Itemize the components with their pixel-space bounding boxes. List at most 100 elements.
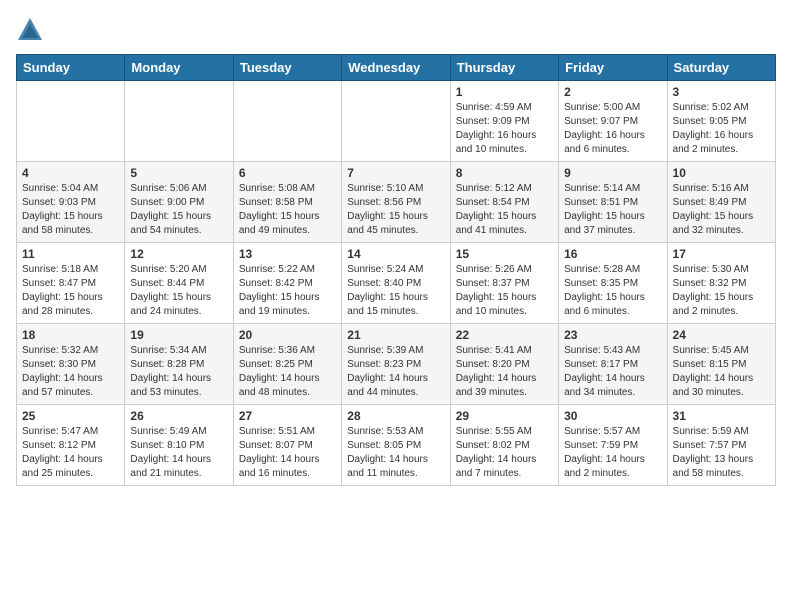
day-info: Sunrise: 5:12 AM Sunset: 8:54 PM Dayligh… (456, 183, 537, 236)
calendar-cell: 2 Sunrise: 5:00 AM Sunset: 9:07 PM Daylig… (559, 81, 667, 162)
day-number: 15 (456, 247, 553, 261)
day-number: 3 (673, 85, 770, 99)
calendar-table: SundayMondayTuesdayWednesdayThursdayFrid… (16, 54, 776, 486)
calendar-cell: 21 Sunrise: 5:39 AM Sunset: 8:23 PM Dayli… (342, 324, 450, 405)
calendar-cell: 3 Sunrise: 5:02 AM Sunset: 9:05 PM Daylig… (667, 81, 775, 162)
day-info: Sunrise: 5:34 AM Sunset: 8:28 PM Dayligh… (130, 345, 211, 398)
week-row-3: 11 Sunrise: 5:18 AM Sunset: 8:47 PM Dayli… (17, 243, 776, 324)
day-number: 13 (239, 247, 336, 261)
day-number: 2 (564, 85, 661, 99)
day-info: Sunrise: 5:39 AM Sunset: 8:23 PM Dayligh… (347, 345, 428, 398)
calendar-cell (125, 81, 233, 162)
day-info: Sunrise: 5:36 AM Sunset: 8:25 PM Dayligh… (239, 345, 320, 398)
column-header-sunday: Sunday (17, 55, 125, 81)
week-row-4: 18 Sunrise: 5:32 AM Sunset: 8:30 PM Dayli… (17, 324, 776, 405)
day-number: 19 (130, 328, 227, 342)
column-header-monday: Monday (125, 55, 233, 81)
day-info: Sunrise: 4:59 AM Sunset: 9:09 PM Dayligh… (456, 102, 537, 155)
calendar-cell: 23 Sunrise: 5:43 AM Sunset: 8:17 PM Dayli… (559, 324, 667, 405)
day-info: Sunrise: 5:14 AM Sunset: 8:51 PM Dayligh… (564, 183, 645, 236)
day-number: 11 (22, 247, 119, 261)
day-info: Sunrise: 5:53 AM Sunset: 8:05 PM Dayligh… (347, 426, 428, 479)
calendar-cell: 20Sunrise: 5:36 AM Sunset: 8:25 PM Dayli… (233, 324, 341, 405)
day-number: 17 (673, 247, 770, 261)
day-number: 10 (673, 166, 770, 180)
calendar-cell: 25 Sunrise: 5:47 AM Sunset: 8:12 PM Dayli… (17, 405, 125, 486)
calendar-cell: 9 Sunrise: 5:14 AM Sunset: 8:51 PM Daylig… (559, 162, 667, 243)
day-number: 7 (347, 166, 444, 180)
calendar-cell: 22 Sunrise: 5:41 AM Sunset: 8:20 PM Dayli… (450, 324, 558, 405)
calendar-cell: 4 Sunrise: 5:04 AM Sunset: 9:03 PM Daylig… (17, 162, 125, 243)
day-number: 21 (347, 328, 444, 342)
day-number: 27 (239, 409, 336, 423)
day-info: Sunrise: 5:04 AM Sunset: 9:03 PM Dayligh… (22, 183, 103, 236)
day-info: Sunrise: 5:41 AM Sunset: 8:20 PM Dayligh… (456, 345, 537, 398)
calendar-cell: 6 Sunrise: 5:08 AM Sunset: 8:58 PM Daylig… (233, 162, 341, 243)
day-info: Sunrise: 5:51 AM Sunset: 8:07 PM Dayligh… (239, 426, 320, 479)
day-info: Sunrise: 5:26 AM Sunset: 8:37 PM Dayligh… (456, 264, 537, 317)
calendar-cell: 24Sunrise: 5:45 AM Sunset: 8:15 PM Dayli… (667, 324, 775, 405)
calendar-header-row: SundayMondayTuesdayWednesdayThursdayFrid… (17, 55, 776, 81)
day-info: Sunrise: 5:08 AM Sunset: 8:58 PM Dayligh… (239, 183, 320, 236)
day-number: 28 (347, 409, 444, 423)
day-info: Sunrise: 5:22 AM Sunset: 8:42 PM Dayligh… (239, 264, 320, 317)
calendar-cell: 28 Sunrise: 5:53 AM Sunset: 8:05 PM Dayli… (342, 405, 450, 486)
calendar-cell: 30 Sunrise: 5:57 AM Sunset: 7:59 PM Dayli… (559, 405, 667, 486)
day-info: Sunrise: 5:30 AM Sunset: 8:32 PM Dayligh… (673, 264, 754, 317)
day-info: Sunrise: 5:45 AM Sunset: 8:15 PM Dayligh… (673, 345, 754, 398)
calendar-cell: 31 Sunrise: 5:59 AM Sunset: 7:57 PM Dayli… (667, 405, 775, 486)
day-number: 23 (564, 328, 661, 342)
column-header-friday: Friday (559, 55, 667, 81)
day-info: Sunrise: 5:06 AM Sunset: 9:00 PM Dayligh… (130, 183, 211, 236)
day-number: 1 (456, 85, 553, 99)
week-row-5: 25 Sunrise: 5:47 AM Sunset: 8:12 PM Dayli… (17, 405, 776, 486)
day-number: 31 (673, 409, 770, 423)
day-info: Sunrise: 5:47 AM Sunset: 8:12 PM Dayligh… (22, 426, 103, 479)
calendar-cell: 19 Sunrise: 5:34 AM Sunset: 8:28 PM Dayli… (125, 324, 233, 405)
day-number: 4 (22, 166, 119, 180)
day-info: Sunrise: 5:18 AM Sunset: 8:47 PM Dayligh… (22, 264, 103, 317)
day-number: 22 (456, 328, 553, 342)
day-info: Sunrise: 5:10 AM Sunset: 8:56 PM Dayligh… (347, 183, 428, 236)
calendar-cell: 18 Sunrise: 5:32 AM Sunset: 8:30 PM Dayli… (17, 324, 125, 405)
calendar-cell: 14 Sunrise: 5:24 AM Sunset: 8:40 PM Dayli… (342, 243, 450, 324)
column-header-saturday: Saturday (667, 55, 775, 81)
calendar-cell: 11 Sunrise: 5:18 AM Sunset: 8:47 PM Dayli… (17, 243, 125, 324)
calendar-cell: 12 Sunrise: 5:20 AM Sunset: 8:44 PM Dayli… (125, 243, 233, 324)
calendar-cell: 5Sunrise: 5:06 AM Sunset: 9:00 PM Daylig… (125, 162, 233, 243)
day-info: Sunrise: 5:00 AM Sunset: 9:07 PM Dayligh… (564, 102, 645, 155)
column-header-tuesday: Tuesday (233, 55, 341, 81)
day-number: 18 (22, 328, 119, 342)
calendar-cell: 8Sunrise: 5:12 AM Sunset: 8:54 PM Daylig… (450, 162, 558, 243)
calendar-cell (342, 81, 450, 162)
day-number: 9 (564, 166, 661, 180)
day-number: 25 (22, 409, 119, 423)
day-number: 26 (130, 409, 227, 423)
day-number: 29 (456, 409, 553, 423)
page-header (16, 16, 776, 44)
calendar-cell (233, 81, 341, 162)
calendar-cell: 1 Sunrise: 4:59 AM Sunset: 9:09 PM Daylig… (450, 81, 558, 162)
day-info: Sunrise: 5:20 AM Sunset: 8:44 PM Dayligh… (130, 264, 211, 317)
day-info: Sunrise: 5:59 AM Sunset: 7:57 PM Dayligh… (673, 426, 754, 479)
day-info: Sunrise: 5:43 AM Sunset: 8:17 PM Dayligh… (564, 345, 645, 398)
day-number: 14 (347, 247, 444, 261)
calendar-cell: 16 Sunrise: 5:28 AM Sunset: 8:35 PM Dayli… (559, 243, 667, 324)
day-info: Sunrise: 5:57 AM Sunset: 7:59 PM Dayligh… (564, 426, 645, 479)
calendar-cell: 26 Sunrise: 5:49 AM Sunset: 8:10 PM Dayli… (125, 405, 233, 486)
day-info: Sunrise: 5:28 AM Sunset: 8:35 PM Dayligh… (564, 264, 645, 317)
day-number: 30 (564, 409, 661, 423)
day-number: 16 (564, 247, 661, 261)
day-number: 6 (239, 166, 336, 180)
day-info: Sunrise: 5:32 AM Sunset: 8:30 PM Dayligh… (22, 345, 103, 398)
day-info: Sunrise: 5:24 AM Sunset: 8:40 PM Dayligh… (347, 264, 428, 317)
day-info: Sunrise: 5:02 AM Sunset: 9:05 PM Dayligh… (673, 102, 754, 155)
day-number: 12 (130, 247, 227, 261)
calendar-cell: 7 Sunrise: 5:10 AM Sunset: 8:56 PM Daylig… (342, 162, 450, 243)
calendar-cell: 27 Sunrise: 5:51 AM Sunset: 8:07 PM Dayli… (233, 405, 341, 486)
column-header-wednesday: Wednesday (342, 55, 450, 81)
logo-icon (16, 16, 44, 44)
day-info: Sunrise: 5:49 AM Sunset: 8:10 PM Dayligh… (130, 426, 211, 479)
week-row-2: 4 Sunrise: 5:04 AM Sunset: 9:03 PM Daylig… (17, 162, 776, 243)
calendar-cell: 13 Sunrise: 5:22 AM Sunset: 8:42 PM Dayli… (233, 243, 341, 324)
